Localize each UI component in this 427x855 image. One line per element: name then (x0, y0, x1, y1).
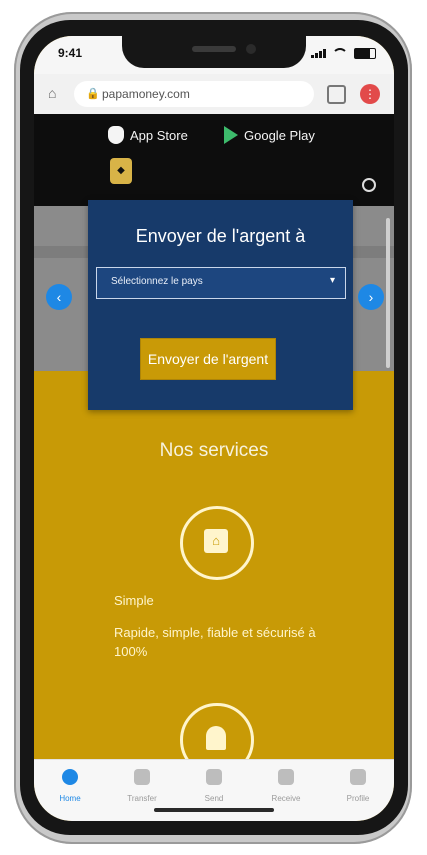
signal-icon (311, 49, 326, 58)
apple-icon (108, 126, 124, 144)
speaker (192, 46, 236, 52)
url-field[interactable]: 🔒 papamoney.com (74, 81, 314, 107)
receive-nav-icon (278, 769, 294, 785)
service-name: Simple (114, 593, 154, 608)
service-icon-circle: ⌂ (180, 506, 254, 580)
chevron-right-icon: › (368, 289, 374, 305)
status-time: 9:41 (58, 46, 83, 60)
app-store-label: App Store (130, 127, 188, 143)
phone-screen: 9:41 ⌂ 🔒 papamoney.com ⋮ App Store Googl… (34, 36, 394, 821)
bell-icon (206, 726, 226, 750)
service-icon: ⌂ (204, 529, 228, 553)
service-description: Rapide, simple, fiable et sécurisé à 100… (114, 625, 316, 659)
carousel-prev-button[interactable]: ‹ (46, 284, 72, 310)
nav-label: Send (204, 794, 224, 803)
browser-url-bar: ⌂ 🔒 papamoney.com ⋮ (34, 74, 394, 115)
services-title: Nos services (159, 440, 269, 461)
site-header: App Store Google Play ◆ (34, 114, 394, 206)
tabs-icon[interactable] (327, 85, 346, 104)
nav-item-profile[interactable]: Profile (322, 760, 394, 821)
country-select-value: Sélectionnez le pays (111, 276, 203, 287)
scrollbar[interactable] (386, 218, 390, 368)
lock-icon: 🔒 (86, 88, 100, 100)
chevron-down-icon: ▾ (329, 275, 335, 286)
app-store-link[interactable]: App Store (108, 120, 188, 150)
url-text: papamoney.com (102, 87, 190, 101)
nav-item-home[interactable]: Home (34, 760, 106, 821)
camera (246, 44, 256, 54)
google-play-label: Google Play (244, 127, 315, 143)
nav-label: Transfer (127, 794, 157, 803)
carousel-next-button[interactable]: › (358, 284, 384, 310)
google-play-link[interactable]: Google Play (224, 120, 315, 150)
country-select[interactable]: Sélectionnez le pays ▾ (96, 267, 346, 299)
home-indicator (154, 808, 274, 812)
send-card-title: Envoyer de l'argent à (135, 226, 306, 246)
send-money-button[interactable]: Envoyer de l'argent (140, 338, 276, 380)
site-logo[interactable]: ◆ (110, 158, 132, 184)
battery-icon (354, 48, 376, 59)
home-nav-icon (62, 769, 78, 785)
menu-icon[interactable]: ⋮ (360, 84, 380, 104)
nav-label: Profile (346, 794, 370, 803)
home-icon[interactable]: ⌂ (48, 86, 62, 100)
phone-notch (122, 36, 306, 68)
profile-nav-icon (350, 769, 366, 785)
send-nav-icon (206, 769, 222, 785)
chevron-left-icon: ‹ (56, 289, 62, 305)
nav-label: Receive (271, 794, 301, 803)
status-icons (311, 48, 376, 59)
google-play-icon (224, 126, 238, 144)
search-icon[interactable] (362, 178, 376, 192)
wifi-icon (332, 48, 348, 59)
nav-label: Home (59, 794, 81, 803)
send-money-card: Envoyer de l'argent à Sélectionnez le pa… (88, 200, 353, 410)
transfer-nav-icon (134, 769, 150, 785)
